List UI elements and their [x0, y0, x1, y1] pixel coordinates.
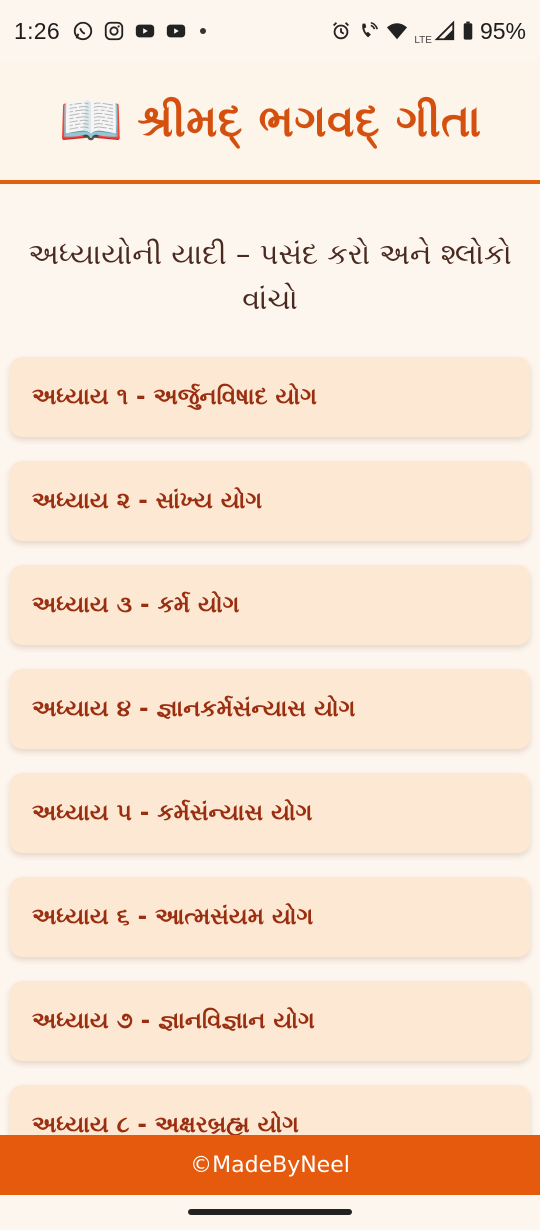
youtube-icon — [135, 24, 155, 38]
chapter-item-5[interactable]: અધ્યાય ૫ - કર્મસંન્યાસ યોગ — [10, 773, 530, 853]
header-divider — [0, 180, 540, 184]
footer-bar: ©MadeByNeel — [0, 1135, 540, 1195]
chapter-label: અધ્યાય ૧ - અર્જુનવિષાદ યોગ — [32, 384, 317, 410]
chapter-item-2[interactable]: અધ્યાય ૨ - સાંખ્ય યોગ — [10, 461, 530, 541]
chapter-item-6[interactable]: અધ્યાય ૬ - આત્મસંયમ યોગ — [10, 877, 530, 957]
status-bar-left: 1:26 — [14, 18, 206, 45]
more-notifications-dot — [199, 28, 206, 34]
chapter-item-1[interactable]: અધ્યાય ૧ - અર્જુનવિષાદ યોગ — [10, 357, 530, 437]
chapter-label: અધ્યાય ૪ - જ્ઞાનકર્મસંન્યાસ યોગ — [32, 696, 356, 722]
network-type: LTE — [414, 34, 432, 46]
chapter-label: અધ્યાય ૩ - કર્મ યોગ — [32, 592, 240, 618]
instagram-icon — [104, 21, 124, 41]
status-bar-right: LTE 95% — [330, 17, 526, 46]
chapter-list: અધ્યાય ૧ - અર્જુનવિષાદ યોગ અધ્યાય ૨ - સા… — [10, 357, 530, 1189]
chapter-label: અધ્યાય ૭ - જ્ઞાનવિજ્ઞાન યોગ — [32, 1008, 315, 1034]
status-bar: 1:26 LTE 95% — [0, 0, 540, 62]
open-book-icon: 📖 — [58, 91, 124, 151]
chapter-item-7[interactable]: અધ્યાય ૭ - જ્ઞાનવિજ્ઞાન યોગ — [10, 981, 530, 1061]
chapter-item-4[interactable]: અધ્યાય ૪ - જ્ઞાનકર્મસંન્યાસ યોગ — [10, 669, 530, 749]
whatsapp-icon — [73, 21, 93, 41]
page-subtitle: અધ્યાયોની યાદી – પસંદ કરો અને શ્લોકો વાં… — [28, 237, 512, 316]
battery-percent: 95% — [479, 17, 526, 44]
app-header: 📖 શ્રીમદ્ ભગવદ્ ગીતા — [0, 62, 540, 180]
chapter-label: અધ્યાય ૫ - કર્મસંન્યાસ યોગ — [32, 800, 313, 826]
app-title: શ્રીમદ્ ભગવદ્ ગીતા — [137, 95, 482, 147]
chapter-label: અધ્યાય ૬ - આત્મસંયમ યોગ — [32, 904, 314, 930]
footer-credit: ©MadeByNeel — [190, 1152, 350, 1178]
alarm-icon — [333, 22, 350, 40]
notification-icons — [72, 20, 206, 42]
chapter-item-3[interactable]: અધ્યાય ૩ - કર્મ યોગ — [10, 565, 530, 645]
wifi-icon — [387, 23, 408, 40]
home-gesture-handle[interactable] — [188, 1209, 352, 1215]
chapter-label: અધ્યાય ૨ - સાંખ્ય યોગ — [32, 488, 263, 514]
status-time: 1:26 — [14, 17, 60, 44]
signal-icon — [434, 20, 455, 41]
wifi-calling-icon — [362, 21, 379, 38]
battery-icon — [463, 21, 473, 40]
youtube-icon — [166, 24, 186, 38]
gesture-nav-bar — [0, 1195, 540, 1230]
